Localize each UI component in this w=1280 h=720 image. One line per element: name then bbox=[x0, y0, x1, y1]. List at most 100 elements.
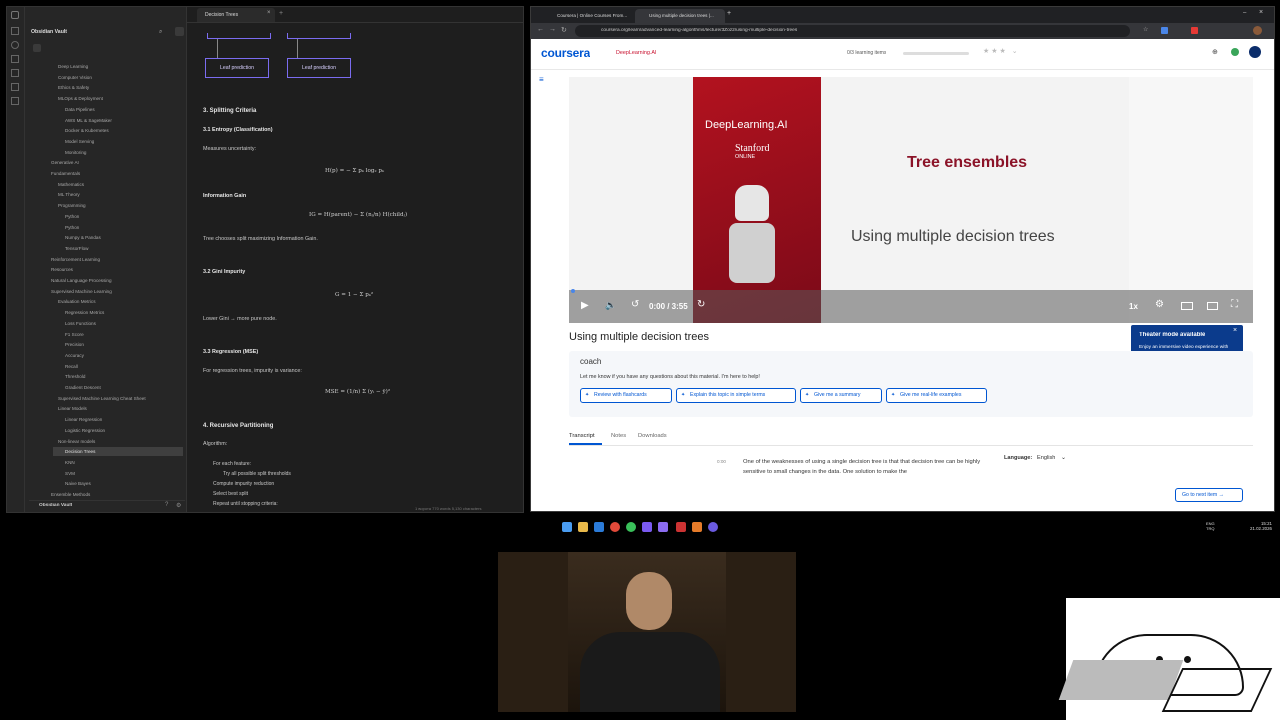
profile-avatar[interactable] bbox=[1253, 26, 1262, 35]
file-tree-item[interactable]: Supervised Machine Learning bbox=[39, 287, 183, 296]
file-tree-item[interactable]: Ethics & Safety bbox=[46, 83, 183, 92]
file-tree-item[interactable]: Regression Metrics bbox=[53, 308, 183, 317]
file-tree-item[interactable]: Non-linear models bbox=[46, 437, 183, 446]
menu-icon[interactable]: ≡ bbox=[539, 75, 544, 84]
app-icon[interactable] bbox=[708, 522, 718, 532]
back-icon[interactable]: ← bbox=[537, 26, 544, 33]
edge-icon[interactable] bbox=[594, 522, 604, 532]
file-tree-item[interactable]: Data Pipelines bbox=[53, 105, 183, 114]
app-icon[interactable] bbox=[642, 522, 652, 532]
file-tree-item[interactable]: Evaluation Metrics bbox=[46, 297, 183, 306]
pip-icon[interactable] bbox=[1207, 302, 1218, 310]
file-tree-item[interactable]: Logistic Regression bbox=[53, 426, 183, 435]
file-tree-item[interactable]: Linear Regression bbox=[53, 415, 183, 424]
home-icon[interactable] bbox=[33, 44, 41, 52]
files-icon[interactable] bbox=[11, 27, 19, 35]
explain-button[interactable]: Explain this topic in simple terms bbox=[676, 388, 796, 403]
settings-icon[interactable]: ⚙ bbox=[1155, 299, 1164, 310]
input-language[interactable]: ENG TRQ bbox=[1206, 521, 1215, 531]
footer-vault-name[interactable]: Obsidian Vault bbox=[39, 503, 72, 508]
file-tree-item[interactable]: AWS ML & SageMaker bbox=[53, 116, 183, 125]
flashcards-button[interactable]: Review with flashcards bbox=[580, 388, 672, 403]
tab-notes[interactable]: Notes bbox=[611, 433, 626, 439]
file-tree-item[interactable]: SVM bbox=[53, 469, 183, 478]
file-tree-item[interactable]: Linear Models bbox=[46, 404, 183, 413]
start-icon[interactable] bbox=[562, 522, 572, 532]
extension-icon[interactable] bbox=[1161, 27, 1168, 34]
file-tree-item[interactable]: Monitoring bbox=[53, 148, 183, 157]
file-tree-item[interactable]: Generative AI bbox=[39, 158, 183, 167]
rating-stars[interactable]: ★★★ ⌄ bbox=[983, 47, 1020, 55]
rewind-icon[interactable]: ↺ bbox=[631, 299, 639, 310]
bookmark-star-icon[interactable]: ☆ bbox=[1143, 26, 1148, 33]
fullscreen-icon[interactable]: ⛶ bbox=[1231, 299, 1238, 310]
transcript-timestamp[interactable]: 0:00 bbox=[717, 459, 726, 464]
forward-icon[interactable]: → bbox=[549, 26, 556, 33]
theater-icon[interactable] bbox=[1181, 302, 1193, 310]
whatsapp-icon[interactable] bbox=[626, 522, 636, 532]
extension-icon[interactable] bbox=[1191, 27, 1198, 34]
globe-icon[interactable]: ⊕ bbox=[1212, 48, 1218, 56]
close-tab-icon[interactable]: × bbox=[267, 10, 271, 16]
file-tree-item[interactable]: Recall bbox=[53, 362, 183, 371]
app-icon[interactable] bbox=[676, 522, 686, 532]
close-icon[interactable]: × bbox=[1233, 327, 1237, 334]
file-tree-item[interactable]: Python bbox=[53, 212, 183, 221]
search-icon[interactable]: ⌕ bbox=[159, 29, 162, 36]
file-tree-item[interactable]: Fundamentals bbox=[39, 169, 183, 178]
window-minimize-icon[interactable]: – bbox=[1243, 10, 1246, 16]
file-tree-item[interactable]: Ensemble Methods bbox=[39, 490, 183, 499]
seek-handle[interactable] bbox=[571, 289, 575, 293]
user-avatar[interactable] bbox=[1249, 46, 1261, 58]
settings-icon[interactable]: ⚙ bbox=[176, 502, 181, 509]
browser-tab-coursera[interactable]: Coursera | Online Courses From... bbox=[543, 9, 633, 23]
file-tree-item[interactable]: Accuracy bbox=[53, 351, 183, 360]
file-tree-item[interactable]: MLOps & Deployment bbox=[46, 94, 183, 103]
browser-tab-lecture[interactable]: Using multiple decision trees |... bbox=[635, 9, 725, 23]
file-tree-item[interactable]: F1 Score bbox=[53, 330, 183, 339]
volume-icon[interactable]: 🔈 bbox=[605, 300, 616, 311]
new-note-icon[interactable] bbox=[175, 27, 184, 36]
sidebar-toggle-icon[interactable] bbox=[11, 11, 19, 19]
file-tree-item[interactable]: Numpy & Pandas bbox=[53, 233, 183, 242]
graph-icon[interactable] bbox=[11, 41, 19, 49]
window-close-icon[interactable]: × bbox=[1259, 9, 1263, 16]
help-icon[interactable]: ? bbox=[165, 502, 168, 508]
canvas-icon[interactable] bbox=[11, 97, 19, 105]
reload-icon[interactable]: ↻ bbox=[561, 26, 567, 34]
file-tree-item[interactable]: Mathematics bbox=[46, 180, 183, 189]
coursera-logo[interactable]: coursera bbox=[541, 46, 590, 60]
new-tab-icon[interactable]: + bbox=[279, 10, 283, 17]
file-tree-item[interactable]: Reinforcement Learning bbox=[39, 255, 183, 264]
new-tab-icon[interactable]: + bbox=[727, 10, 731, 17]
calendar-icon[interactable] bbox=[11, 55, 19, 63]
file-tree-item[interactable]: TensorFlow bbox=[53, 244, 183, 253]
template-icon[interactable] bbox=[11, 83, 19, 91]
file-tree-item[interactable]: KNN bbox=[53, 458, 183, 467]
file-tree-item[interactable]: Gradient Descent bbox=[53, 383, 183, 392]
file-tree-item[interactable]: Natural Language Processing bbox=[39, 276, 183, 285]
file-tree-item[interactable]: Resources bbox=[39, 265, 183, 274]
language-select[interactable]: English bbox=[1037, 455, 1055, 461]
tab-transcript[interactable]: Transcript bbox=[569, 433, 595, 439]
file-tree-item[interactable]: Computer Vision bbox=[46, 73, 183, 82]
note-tab[interactable]: Decision Trees × bbox=[197, 8, 275, 22]
file-explorer-icon[interactable] bbox=[578, 522, 588, 532]
forward-icon[interactable]: ↻ bbox=[697, 299, 705, 310]
examples-button[interactable]: Give me real-life examples bbox=[886, 388, 987, 403]
obsidian-icon[interactable] bbox=[658, 522, 668, 532]
playback-speed[interactable]: 1x bbox=[1129, 302, 1138, 311]
summary-button[interactable]: Give me a summary bbox=[800, 388, 882, 403]
file-tree-item[interactable]: Docker & Kubernetes bbox=[53, 126, 183, 135]
command-icon[interactable] bbox=[11, 69, 19, 77]
file-tree-item[interactable]: ML Theory bbox=[46, 190, 183, 199]
file-tree-item[interactable]: Threshold bbox=[53, 372, 183, 381]
chrome-icon[interactable] bbox=[610, 522, 620, 532]
file-tree-item[interactable]: Decision Trees bbox=[53, 447, 183, 457]
file-tree-item[interactable]: Loss Functions bbox=[53, 319, 183, 328]
file-tree-item[interactable]: Deep Learning bbox=[46, 62, 183, 71]
next-item-button[interactable]: Go to next item → bbox=[1175, 488, 1243, 502]
file-tree-item[interactable]: Naive Bayes bbox=[53, 479, 183, 488]
file-tree-item[interactable]: Precision bbox=[53, 340, 183, 349]
file-tree-item[interactable]: Python bbox=[53, 223, 183, 232]
